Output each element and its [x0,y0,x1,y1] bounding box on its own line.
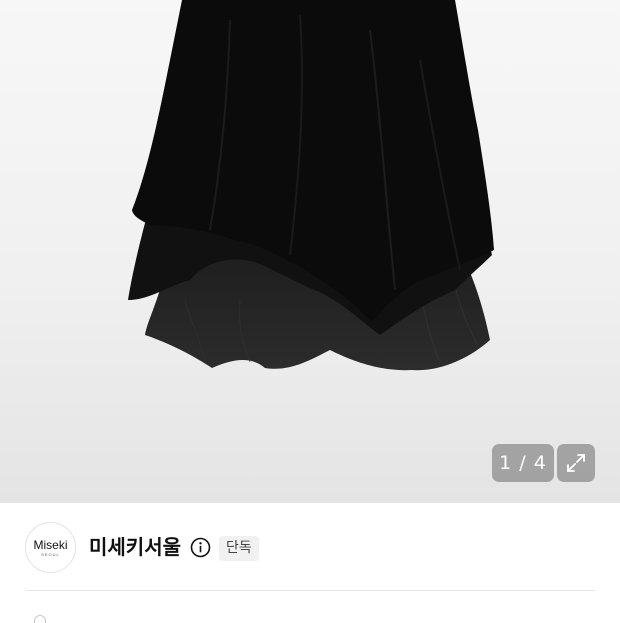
expand-button[interactable] [557,444,595,482]
image-counter: 1 / 4 [492,444,554,482]
image-counter-total: 4 [533,452,547,474]
brand-row: Miseki SEOUL 미세키서울 단독 [0,503,620,591]
brand-logo-subtext: SEOUL [41,551,60,557]
expand-icon [567,454,585,472]
section-divider [25,590,595,591]
brand-logo[interactable]: Miseki SEOUL [25,522,76,573]
image-counter-current: 1 [499,452,513,474]
product-image[interactable] [0,0,620,503]
product-image-gallery[interactable]: 1 / 4 [0,0,620,503]
image-counter-separator: / [512,452,534,474]
exclusive-badge: 단독 [219,536,259,561]
partial-icon [34,615,46,623]
brand-name[interactable]: 미세키서울 [89,534,181,560]
brand-logo-text: Miseki [33,537,68,552]
info-icon[interactable] [190,537,211,558]
